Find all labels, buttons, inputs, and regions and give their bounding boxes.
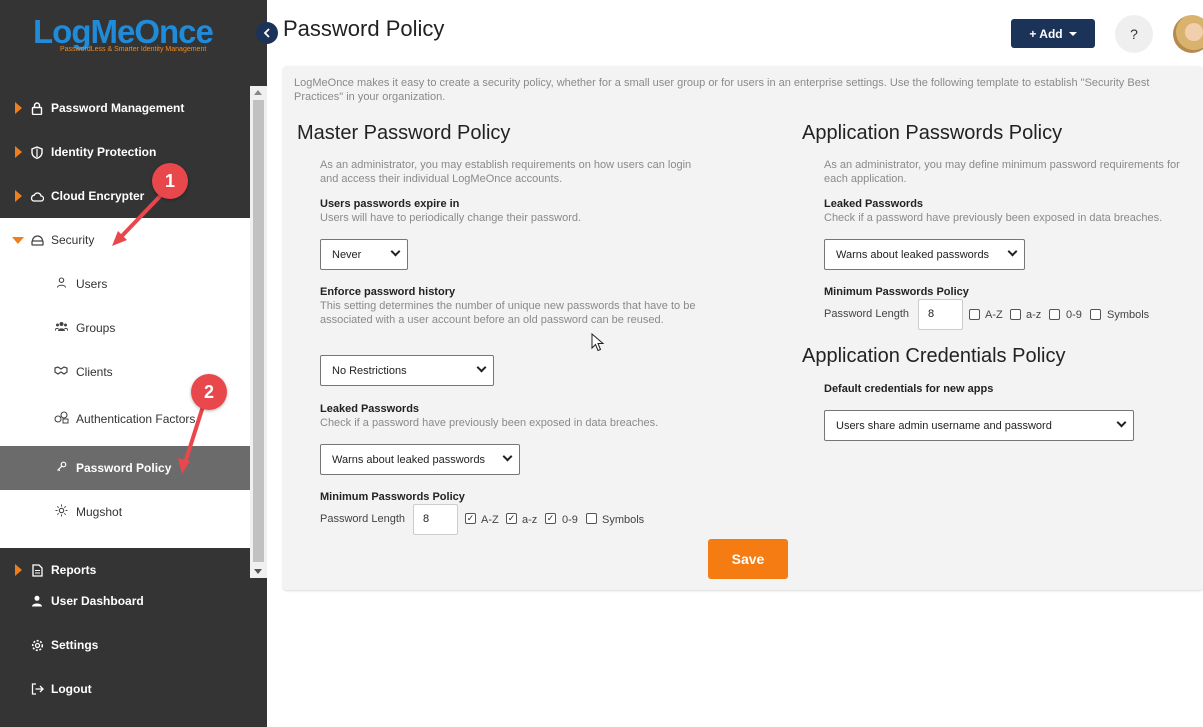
intro-text: LogMeOnce makes it easy to create a secu…: [294, 77, 1150, 103]
app-min-policy-label: Minimum Passwords Policy: [824, 286, 969, 298]
avatar[interactable]: [1173, 15, 1203, 53]
chevron-down-icon: [476, 362, 487, 373]
app-leaked-description: Check if a password have previously been…: [824, 212, 1163, 224]
uppercase-checkbox[interactable]: ✓: [465, 513, 476, 524]
app-length-label: Password Length: [824, 308, 909, 320]
app-password-length-input[interactable]: 8: [918, 299, 963, 330]
annotation-arrows: [112, 188, 207, 474]
caret-down-icon: [1068, 31, 1077, 36]
application-policy-title: Application Passwords Policy: [802, 122, 1063, 144]
min-policy-label: Minimum Passwords Policy: [320, 491, 465, 503]
credentials-policy-title: Application Credentials Policy: [802, 345, 1066, 367]
lowercase-checkbox[interactable]: ✓: [506, 513, 517, 524]
digits-checkbox[interactable]: ✓: [545, 513, 556, 524]
default-credentials-value: Users share admin username and password: [836, 419, 1052, 432]
expire-description: Users will have to periodically change t…: [320, 212, 582, 224]
application-policy-description: As an administrator, you may define mini…: [824, 159, 1180, 185]
app-digits-label: 0-9: [1066, 309, 1082, 321]
mouse-cursor-icon: [591, 333, 605, 352]
history-description: This setting determines the number of un…: [320, 300, 696, 326]
app-uppercase-checkbox[interactable]: [969, 309, 980, 320]
leaked-select[interactable]: Warns about leaked passwords: [320, 444, 520, 475]
symbols-label: Symbols: [602, 514, 645, 526]
app-uppercase-label: A-Z: [985, 309, 1003, 321]
app-leaked-select[interactable]: Warns about leaked passwords: [824, 239, 1025, 270]
callout-badge: 2: [191, 374, 227, 410]
lowercase-label: a-z: [522, 514, 538, 526]
expire-value: Never: [332, 248, 362, 261]
default-credentials-select[interactable]: Users share admin username and password: [824, 410, 1134, 441]
default-credentials-label: Default credentials for new apps: [824, 383, 994, 395]
add-button[interactable]: + Add: [1011, 19, 1095, 48]
chevron-down-icon: [390, 246, 401, 257]
master-policy-title: Master Password Policy: [297, 122, 511, 144]
password-length-input[interactable]: 8: [413, 504, 458, 535]
app-lowercase-label: a-z: [1026, 309, 1042, 321]
symbols-checkbox[interactable]: [586, 513, 597, 524]
chevron-down-icon: [1116, 417, 1127, 428]
history-select[interactable]: No Restrictions: [320, 355, 494, 386]
callout-badge: 1: [152, 163, 188, 199]
app-leaked-value: Warns about leaked passwords: [836, 248, 990, 261]
app-symbols-label: Symbols: [1107, 309, 1150, 321]
leaked-label: Leaked Passwords: [320, 403, 420, 415]
master-policy-description: As an administrator, you may establish r…: [320, 159, 692, 185]
app-leaked-label: Leaked Passwords: [824, 198, 924, 210]
app-lowercase-checkbox[interactable]: [1010, 309, 1021, 320]
leaked-value: Warns about leaked passwords: [332, 453, 486, 466]
help-button[interactable]: ?: [1115, 15, 1153, 53]
history-value: No Restrictions: [332, 364, 407, 377]
leaked-description: Check if a password have previously been…: [320, 417, 659, 429]
history-label: Enforce password history: [320, 286, 456, 298]
page-title: Password Policy: [283, 16, 445, 41]
digits-label: 0-9: [562, 514, 578, 526]
expire-select[interactable]: Never: [320, 239, 408, 270]
chevron-down-icon: [1007, 246, 1018, 257]
save-button[interactable]: Save: [708, 539, 788, 579]
add-button-label: + Add: [1029, 26, 1063, 41]
uppercase-label: A-Z: [481, 514, 499, 526]
expire-label: Users passwords expire in: [320, 198, 460, 210]
app-digits-checkbox[interactable]: [1049, 309, 1060, 320]
app-symbols-checkbox[interactable]: [1090, 309, 1101, 320]
chevron-down-icon: [502, 451, 513, 462]
length-label: Password Length: [320, 513, 405, 525]
